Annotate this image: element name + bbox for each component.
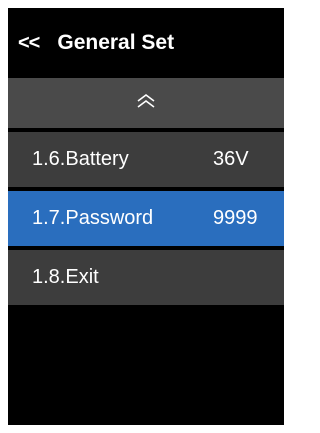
- menu-item-password[interactable]: 1.7.Password 9999: [8, 191, 284, 246]
- menu-item-battery[interactable]: 1.6.Battery 36V: [8, 132, 284, 187]
- scroll-up-button[interactable]: [8, 78, 284, 128]
- menu-item-label: 1.7.Password: [32, 207, 154, 229]
- menu-item-label: 1.8.Exit: [32, 266, 99, 288]
- menu-item-exit[interactable]: 1.8.Exit: [8, 250, 284, 305]
- double-chevron-up-icon: [135, 93, 157, 114]
- menu-item-value: 36V: [213, 148, 249, 170]
- device-screen: << General Set 1.6.Battery 36V 1.7.Passw…: [8, 8, 284, 425]
- back-button[interactable]: <<: [18, 32, 40, 55]
- header: << General Set: [8, 8, 284, 78]
- page-title: General Set: [57, 31, 175, 54]
- menu-item-label: 1.6.Battery: [32, 148, 129, 170]
- menu-item-value: 9999: [213, 207, 258, 229]
